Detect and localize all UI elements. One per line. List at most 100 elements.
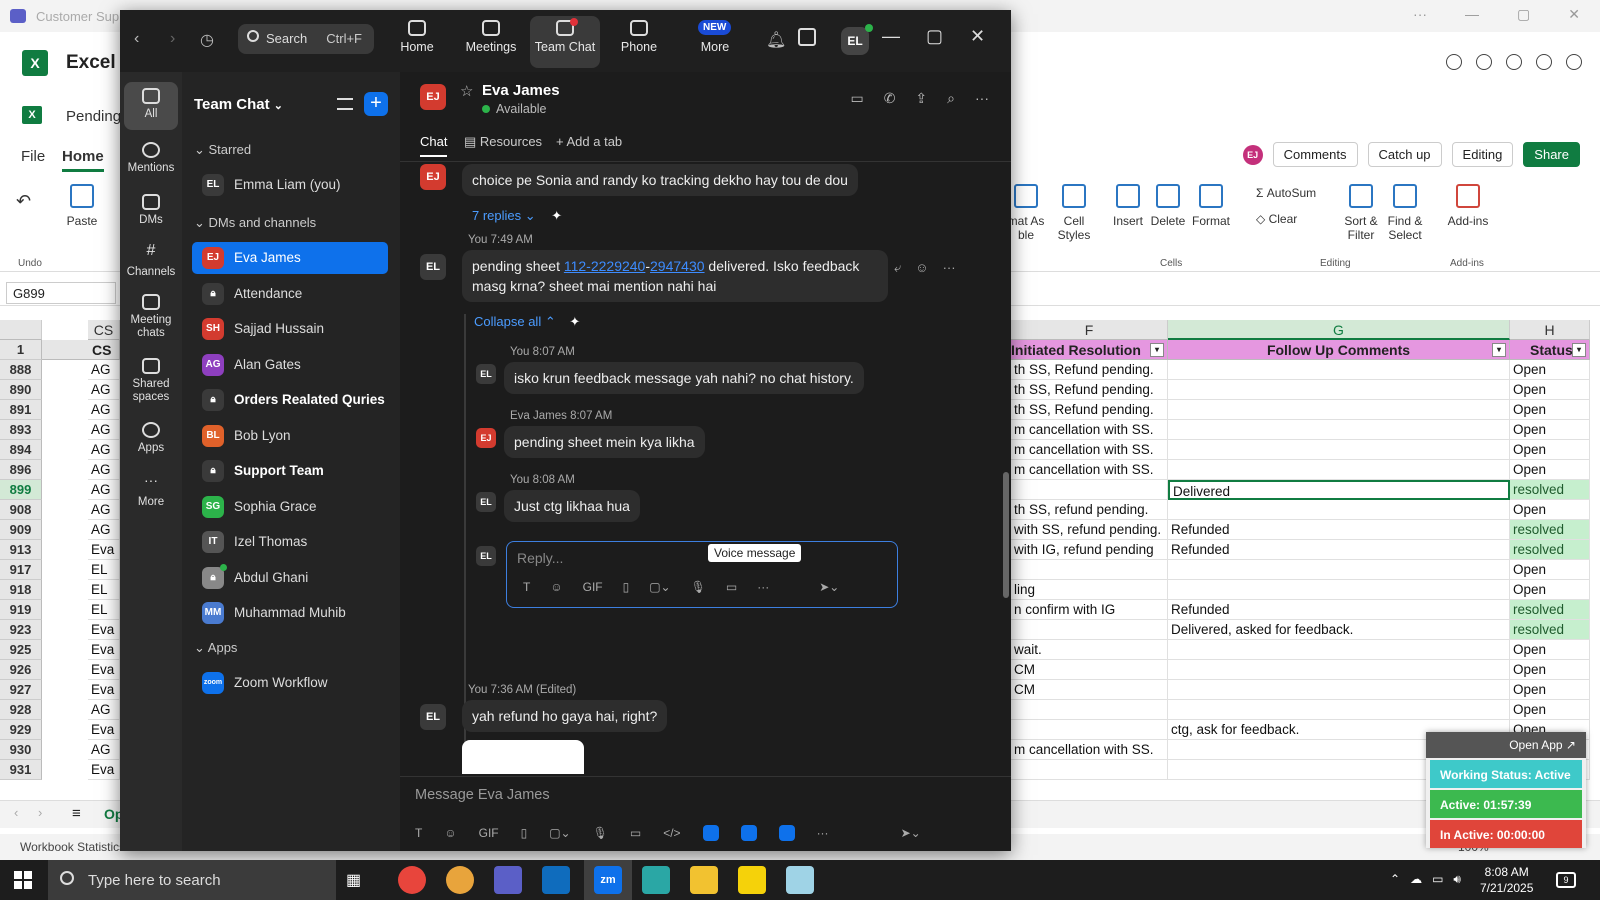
emoji-icon[interactable]: ☺ xyxy=(444,826,456,840)
section-starred[interactable]: ⌄ Starred xyxy=(194,142,251,158)
cell-status[interactable]: Open xyxy=(1510,560,1590,580)
collapse-all-link[interactable]: Collapse all ⌃ ✦ xyxy=(474,314,580,330)
notification-icon[interactable]: 9 xyxy=(1556,872,1576,888)
emoji-icon[interactable]: ☺ xyxy=(550,580,562,594)
app-icon[interactable] xyxy=(702,825,719,841)
cell-initiated-resolution[interactable]: th SS, Refund pending. xyxy=(1011,400,1168,420)
column-header-h[interactable]: H xyxy=(1510,320,1590,340)
avatar[interactable]: EJ xyxy=(420,84,446,110)
text-format-icon[interactable]: T xyxy=(523,580,530,594)
cell-status[interactable]: resolved xyxy=(1510,620,1590,640)
avatar[interactable]: EJ xyxy=(476,428,496,448)
outlook-icon[interactable] xyxy=(542,866,570,894)
message-bubble[interactable]: pending sheet 112-2229240-2947430 delive… xyxy=(462,250,888,302)
avatar[interactable]: EL xyxy=(420,254,446,280)
cell-follow-up[interactable] xyxy=(1168,420,1510,440)
cell-status[interactable]: Open xyxy=(1510,680,1590,700)
avatar[interactable]: EL xyxy=(420,704,446,730)
row-number[interactable]: 918 xyxy=(0,580,42,600)
sidebar-title[interactable]: Team Chat ⌄ xyxy=(194,96,283,113)
row-number[interactable]: 930 xyxy=(0,740,42,760)
star-icon[interactable]: ☆ xyxy=(460,82,473,100)
filter-icon[interactable] xyxy=(337,98,353,110)
cell-status[interactable]: Open xyxy=(1510,640,1590,660)
code-icon[interactable]: </> xyxy=(663,826,680,840)
cell-cs[interactable]: Eva xyxy=(88,660,120,680)
cell-cs[interactable]: Eva xyxy=(88,620,120,640)
cell-initiated-resolution[interactable] xyxy=(1011,700,1168,720)
info-icon[interactable] xyxy=(1536,54,1552,70)
row-number[interactable]: 926 xyxy=(0,660,42,680)
avatar[interactable]: EL xyxy=(476,364,496,384)
row-number[interactable]: 888 xyxy=(0,360,42,380)
cell-status[interactable]: Open xyxy=(1510,660,1590,680)
order-link[interactable]: 112-2229240 xyxy=(564,258,645,274)
cell-follow-up[interactable] xyxy=(1168,580,1510,600)
reply-input[interactable]: Reply... T ☺ GIF ▯ ▢⌄ 🎙︎ ▭ ··· ➤⌄ xyxy=(506,541,898,608)
cell-cs[interactable]: AG xyxy=(88,380,120,400)
avatar[interactable]: EJ xyxy=(1242,144,1263,165)
autosum-button[interactable]: Σ AutoSum xyxy=(1256,186,1316,200)
cell-follow-up[interactable] xyxy=(1168,400,1510,420)
cell-initiated-resolution[interactable]: m cancellation with SS. xyxy=(1011,460,1168,480)
share-screen-icon[interactable]: ⇪ xyxy=(915,90,927,107)
cell-initiated-resolution[interactable]: th SS, refund pending. xyxy=(1011,500,1168,520)
row-number[interactable]: 909 xyxy=(0,520,42,540)
windows-start-icon[interactable] xyxy=(14,871,32,889)
microphone-icon[interactable]: 🎙︎ xyxy=(593,826,608,840)
nav-home[interactable]: Home xyxy=(382,16,452,68)
more-icon[interactable]: ··· xyxy=(943,260,956,276)
cell-initiated-resolution[interactable] xyxy=(1011,760,1168,780)
message-bubble[interactable]: Just ctg likhaa hua xyxy=(504,490,640,522)
row-number[interactable]: 899 xyxy=(0,480,42,500)
filter-dropdown-icon[interactable]: ▾ xyxy=(1150,343,1164,357)
video-call-icon[interactable]: ▭ xyxy=(850,90,863,107)
screenshot-icon[interactable]: ▢⌄ xyxy=(649,580,670,594)
cell-cs[interactable]: AG xyxy=(88,360,120,380)
cell-cs[interactable]: Eva xyxy=(88,680,120,700)
cell-cs[interactable]: AG xyxy=(88,440,120,460)
chrome-profile-icon[interactable] xyxy=(446,866,474,894)
format-button[interactable]: Format xyxy=(1190,184,1232,228)
row-number[interactable]: 919 xyxy=(0,600,42,620)
app-icon[interactable] xyxy=(786,866,814,894)
avatar[interactable]: EL xyxy=(841,27,869,55)
file-name[interactable]: Pending xyxy=(66,108,121,125)
cell-initiated-resolution[interactable]: m cancellation with SS. xyxy=(1011,440,1168,460)
cell-status[interactable]: Open xyxy=(1510,500,1590,520)
file-icon[interactable]: ▯ xyxy=(623,580,630,594)
gif-icon[interactable]: GIF xyxy=(583,580,603,594)
cell-cs[interactable]: AG xyxy=(88,500,120,520)
cell-status[interactable]: Open xyxy=(1510,580,1590,600)
cell-follow-up[interactable] xyxy=(1168,440,1510,460)
back-icon[interactable]: ‹ xyxy=(134,30,139,48)
cell-cs[interactable]: Eva xyxy=(88,640,120,660)
cell-cs[interactable]: AG xyxy=(88,400,120,420)
cell-status[interactable]: Open xyxy=(1510,460,1590,480)
cell-initiated-resolution[interactable]: ling xyxy=(1011,580,1168,600)
sheet-nav-left-icon[interactable]: ‹ xyxy=(14,805,18,820)
cell-initiated-resolution[interactable]: m cancellation with SS. xyxy=(1011,420,1168,440)
sheet-nav-right-icon[interactable]: › xyxy=(38,805,42,820)
emoji-react-icon[interactable]: ☺ xyxy=(915,260,928,276)
rail-apps[interactable]: Apps xyxy=(124,422,178,455)
nav-meetings[interactable]: Meetings xyxy=(456,16,526,68)
nav-team-chat[interactable]: Team Chat xyxy=(530,16,600,68)
cell-styles-button[interactable]: Cell Styles xyxy=(1052,184,1096,242)
rail-mentions[interactable]: Mentions xyxy=(124,142,178,175)
message-bubble[interactable]: isko krun feedback message yah nahi? no … xyxy=(504,362,864,394)
cell-status[interactable]: Open xyxy=(1510,400,1590,420)
phone-icon[interactable]: ✆ xyxy=(884,90,896,107)
delete-button[interactable]: Delete xyxy=(1148,184,1188,228)
image-attachment[interactable] xyxy=(462,740,584,774)
row-number[interactable]: 893 xyxy=(0,420,42,440)
microphone-icon[interactable]: 🎙︎ xyxy=(691,580,706,594)
forward-icon[interactable]: › xyxy=(170,30,175,48)
file-explorer-icon[interactable] xyxy=(690,866,718,894)
cell-status[interactable]: Open xyxy=(1510,360,1590,380)
tab-file[interactable]: File xyxy=(21,148,45,165)
cell-initiated-resolution[interactable]: with IG, refund pending xyxy=(1011,540,1168,560)
history-icon[interactable]: ◷ xyxy=(200,30,214,50)
cell-cs[interactable]: AG xyxy=(88,520,120,540)
compose-box[interactable]: Message Eva James T ☺ GIF ▯ ▢⌄ 🎙︎ ▭ </> … xyxy=(400,776,1011,851)
